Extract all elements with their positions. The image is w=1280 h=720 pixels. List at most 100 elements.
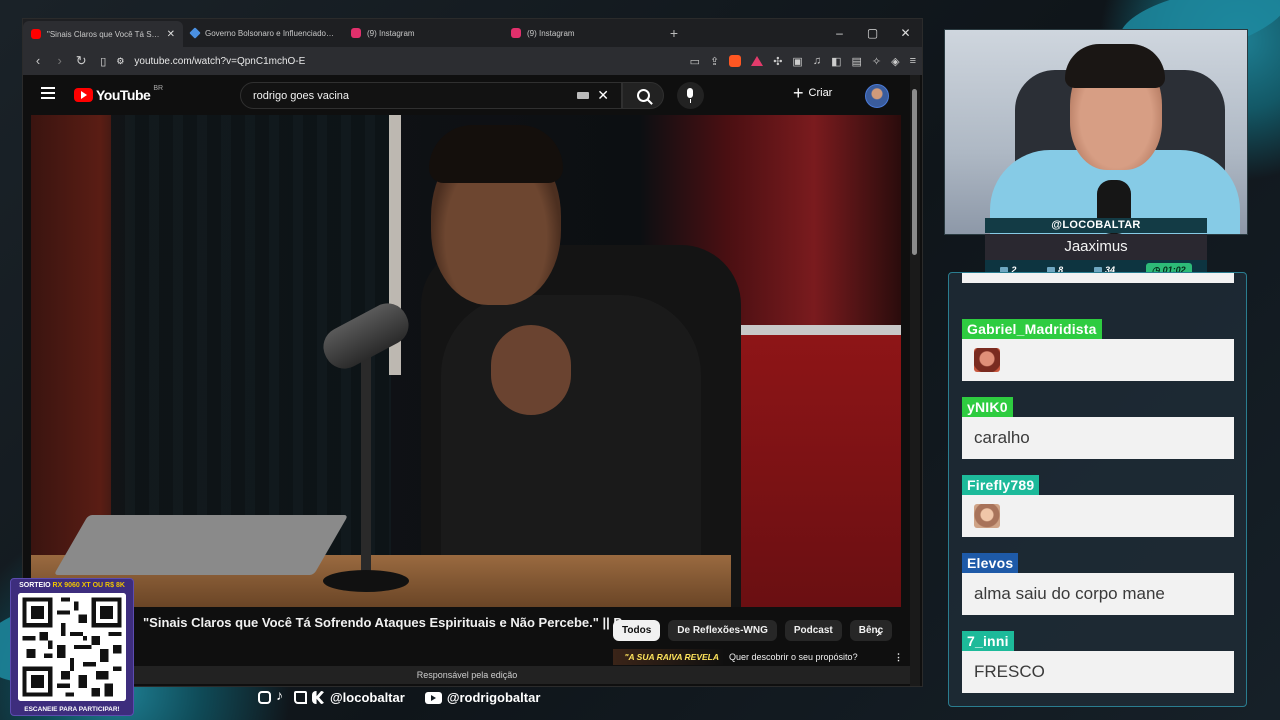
social-handle-main: @locobaltar xyxy=(330,690,405,705)
sidebar-icon[interactable]: ◧ xyxy=(831,55,841,68)
url-text: youtube.com/watch?v=QpnC1mchO-E xyxy=(134,55,306,67)
emote-icon xyxy=(974,348,1000,372)
tab-instagram-1[interactable]: (9) Instagram xyxy=(343,20,503,46)
youtube-favicon-icon xyxy=(31,29,41,39)
scan-instruction: ESCANEIE PARA PARTICIPAR! xyxy=(24,706,120,713)
hamburger-menu-icon[interactable] xyxy=(41,87,55,102)
chat-message: Elevos alma saiu do corpo mane xyxy=(962,553,1234,615)
tab-youtube-video[interactable]: "Sinais Claros que Você Tá Sofrendo Ataq… xyxy=(23,21,183,47)
minimize-button[interactable]: – xyxy=(823,26,856,40)
chat-bubble xyxy=(962,495,1234,537)
more-options-icon[interactable]: ⋮ xyxy=(894,652,903,663)
instagram-favicon-icon xyxy=(351,28,361,38)
chat-username: Gabriel_Madridista xyxy=(962,319,1102,339)
search-input[interactable]: rodrigo goes vacina ✕ xyxy=(240,82,622,109)
chat-message: Firefly789 xyxy=(962,475,1234,537)
forward-arrow-icon[interactable]: › xyxy=(51,53,69,68)
laptop xyxy=(53,515,349,575)
browser-window: "Sinais Claros que Você Tá Sofrendo Ataq… xyxy=(22,18,923,687)
extensions-icon[interactable]: ✣ xyxy=(773,55,782,68)
chat-message: 7_inni FRESCO xyxy=(962,631,1234,693)
url-field[interactable]: ⚙ youtube.com/watch?v=QpnC1mchO-E xyxy=(116,56,679,67)
back-arrow-icon[interactable]: ‹ xyxy=(29,53,47,68)
url-tools: ▭ ⇪ xyxy=(690,55,764,68)
video-player[interactable] xyxy=(31,115,901,607)
tab-governo[interactable]: Governo Bolsonaro e Influenciadores Pago… xyxy=(183,20,343,46)
bookmark-icon[interactable]: ▯ xyxy=(100,55,106,68)
avatar[interactable] xyxy=(865,84,889,108)
search-button[interactable] xyxy=(622,82,664,109)
vpn-icon[interactable]: ◈ xyxy=(891,55,899,68)
edit-notice: Responsável pela edição xyxy=(23,666,911,684)
tab-instagram-2[interactable]: (9) Instagram xyxy=(503,20,663,46)
recommended-video[interactable]: "A SUA RAIVA REVELA Quer descobrir o seu… xyxy=(613,649,903,665)
microphone-stand xyxy=(361,355,371,585)
tab-title: (9) Instagram xyxy=(367,28,415,38)
media-icon[interactable]: ♫ xyxy=(813,55,821,68)
share-icon[interactable]: ⇪ xyxy=(710,55,719,68)
close-window-button[interactable]: ✕ xyxy=(889,26,922,40)
chevron-right-icon[interactable]: › xyxy=(876,624,881,640)
brave-shields-icon[interactable] xyxy=(729,55,742,67)
social-main: @locobaltar xyxy=(258,687,405,705)
chip-podcast[interactable]: Podcast xyxy=(784,620,842,641)
keyboard-icon[interactable] xyxy=(577,92,590,99)
tab-strip: "Sinais Claros que Você Tá Sofrendo Ataq… xyxy=(23,19,922,47)
chat-username: Elevos xyxy=(962,553,1019,573)
page-scrollbar[interactable] xyxy=(910,75,920,686)
emote-icon xyxy=(974,504,1000,528)
edit-notice-text: Responsável pela edição xyxy=(416,670,518,680)
youtube-play-icon xyxy=(74,88,93,102)
red-panel xyxy=(727,325,901,607)
twitch-icon xyxy=(294,691,307,704)
cast-icon[interactable]: ▭ xyxy=(690,55,700,68)
youtube-wordmark: YouTube xyxy=(96,87,151,103)
social-handle-youtube: @rodrigobaltar xyxy=(446,690,541,705)
microphone-base xyxy=(323,570,409,592)
leo-ai-icon[interactable]: ✧ xyxy=(872,55,881,68)
extensions-bar: ✣ ▣ ♫ ◧ ▤ ✧ ◈ ≡ xyxy=(773,55,916,68)
create-button[interactable]: + Criar xyxy=(793,83,833,103)
youtube-logo[interactable]: YouTube BR xyxy=(74,84,164,103)
chat-text: FRESCO xyxy=(974,662,1045,681)
plus-icon: + xyxy=(793,83,804,103)
reload-icon[interactable]: ↻ xyxy=(72,53,90,69)
screenshot-icon[interactable]: ▣ xyxy=(792,55,802,68)
chat-panel: Gabriel_Madridista yNIK0 caralho Firefly… xyxy=(948,272,1247,707)
menu-icon[interactable]: ≡ xyxy=(910,55,916,68)
chat-username: Firefly789 xyxy=(962,475,1040,495)
country-code: BR xyxy=(153,84,164,92)
youtube-icon xyxy=(424,691,442,704)
brave-rewards-icon[interactable] xyxy=(751,56,764,66)
wallet-icon[interactable]: ▤ xyxy=(851,55,861,68)
chat-message-partial xyxy=(962,273,1234,283)
speaker-hand xyxy=(491,325,571,415)
voice-search-button[interactable] xyxy=(677,82,704,109)
recommended-title: Quer descobrir o seu propósito? xyxy=(729,652,858,662)
tab-title: "Sinais Claros que Você Tá Sofrendo Ataq… xyxy=(47,29,161,39)
chat-text: alma saiu do corpo mane xyxy=(974,584,1165,603)
clear-search-icon[interactable]: ✕ xyxy=(597,87,609,104)
chat-bubble: alma saiu do corpo mane xyxy=(962,573,1234,615)
chat-username: yNIK0 xyxy=(962,397,1013,417)
create-label: Criar xyxy=(808,87,833,99)
giveaway-heading: SORTEIO RX 9060 XT OU R$ 8K xyxy=(19,582,125,589)
tab-title: Governo Bolsonaro e Influenciadores Pago… xyxy=(205,28,335,38)
close-tab-icon[interactable]: ✕ xyxy=(167,29,175,40)
chip-all[interactable]: Todos xyxy=(613,620,661,641)
youtube-header: YouTube BR rodrigo goes vacina ✕ + Criar xyxy=(23,75,913,113)
chat-text: caralho xyxy=(974,428,1030,447)
chip-channel[interactable]: De Reflexões-WNG xyxy=(668,620,777,641)
current-game: Jaaximus xyxy=(985,234,1207,260)
site-settings-icon[interactable]: ⚙ xyxy=(116,56,124,67)
new-tab-button[interactable]: + xyxy=(663,25,685,41)
qr-code[interactable] xyxy=(18,593,126,701)
scrollbar-thumb[interactable] xyxy=(912,89,917,255)
maximize-button[interactable]: ▢ xyxy=(856,26,889,40)
chip-blessing[interactable]: Bênç xyxy=(849,620,893,641)
chat-message: Gabriel_Madridista xyxy=(962,319,1234,381)
filter-chips: Todos De Reflexões-WNG Podcast Bênç xyxy=(613,620,893,641)
chat-message: yNIK0 caralho xyxy=(962,397,1234,459)
social-handles: @locobaltar @rodrigobaltar xyxy=(258,687,541,705)
search-icon xyxy=(637,89,650,102)
